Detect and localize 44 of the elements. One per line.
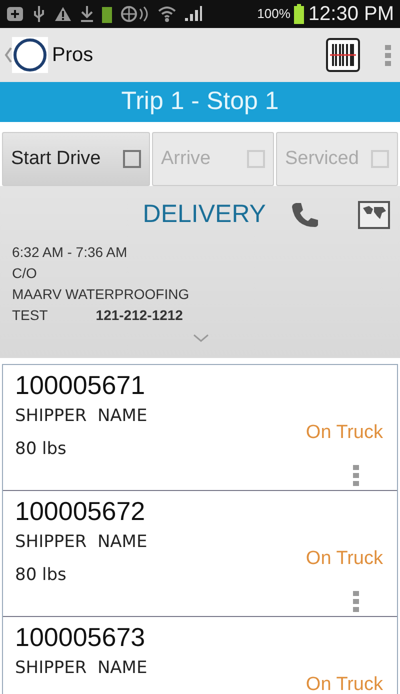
battery-icon — [102, 5, 112, 23]
shipper-name: SHIPPER NAME — [15, 530, 148, 554]
order-status: On Truck — [306, 547, 383, 571]
nfc-icon — [120, 5, 150, 23]
contact-name: TEST — [12, 306, 48, 324]
stop-action-button[interactable]: Start Drive — [2, 132, 150, 186]
battery-percent: 100% — [257, 5, 290, 24]
usb-icon — [32, 5, 46, 23]
app-title: Pros — [52, 43, 94, 68]
overflow-menu-icon[interactable] — [384, 43, 392, 67]
stop-title: Trip 1 - Stop 1 — [121, 86, 279, 118]
barcode-scanner-icon[interactable] — [326, 38, 360, 72]
phone-number: 121-212-1212 — [96, 306, 183, 324]
overflow-menu-icon[interactable] — [353, 464, 359, 486]
order-number: 100005672 — [15, 497, 146, 526]
stop-type: DELIVERY — [142, 199, 266, 230]
back-icon[interactable] — [4, 47, 12, 63]
expand-chevron-icon[interactable] — [193, 334, 209, 342]
order-row[interactable]: 100005673 SHIPPER NAME On Truck — [3, 617, 397, 694]
warning-icon — [54, 6, 72, 22]
care-of-label: C/O — [12, 264, 38, 282]
battery-icon — [294, 4, 304, 24]
overflow-menu-icon[interactable] — [353, 590, 359, 612]
order-weight: 80 lbs — [15, 564, 68, 588]
company-name: MAARV WATERPROOFING — [12, 284, 190, 304]
order-number: 100005673 — [15, 623, 146, 652]
app-logo-icon — [12, 37, 48, 73]
order-weight: 80 lbs — [15, 438, 68, 462]
order-status: On Truck — [306, 421, 383, 445]
order-row[interactable]: 100005671 SHIPPER NAME 80 lbs On Truck — [3, 365, 397, 491]
order-status: On Truck — [306, 673, 383, 694]
time-window: 6:32 AM - 7:36 AM — [12, 242, 390, 262]
phone-icon[interactable] — [290, 200, 318, 229]
map-icon[interactable] — [358, 200, 390, 229]
checkbox[interactable] — [123, 150, 141, 168]
signal-icon — [184, 6, 202, 22]
order-number: 100005671 — [15, 371, 146, 400]
clock: 12:30 PM — [308, 2, 394, 27]
order-row[interactable]: 100005672 SHIPPER NAME 80 lbs On Truck — [3, 491, 397, 617]
download-icon — [80, 5, 94, 23]
notification-icon — [6, 6, 24, 22]
shipper-name: SHIPPER NAME — [15, 404, 148, 428]
wifi-icon — [158, 5, 176, 23]
shipper-name: SHIPPER NAME — [15, 656, 148, 680]
